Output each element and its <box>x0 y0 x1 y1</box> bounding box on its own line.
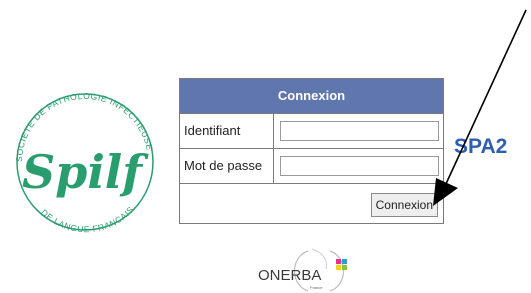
onerba-logo: ONERBA France <box>258 248 347 292</box>
password-row: Mot de passe <box>180 149 443 184</box>
password-label: Mot de passe <box>180 149 274 183</box>
username-label: Identifiant <box>180 114 274 148</box>
spa2-annotation-label: SPA2 <box>454 135 508 158</box>
onerba-wordmark: ONERBA <box>258 267 321 284</box>
spilf-wordmark: Spilf <box>22 145 149 199</box>
connexion-button[interactable]: Connexion <box>370 193 438 217</box>
spilf-logo: SOCIETE DE PATHOLOGIE INFECTIEUSE DE LAN… <box>0 70 154 234</box>
password-input[interactable] <box>280 156 439 176</box>
username-input[interactable] <box>280 121 439 141</box>
login-header: Connexion <box>180 79 443 114</box>
login-footer: Connexion <box>180 184 443 225</box>
onerba-subtitle: France <box>310 285 323 290</box>
login-form: Connexion Identifiant Mot de passe Conne… <box>179 78 444 224</box>
username-row: Identifiant <box>180 114 443 149</box>
